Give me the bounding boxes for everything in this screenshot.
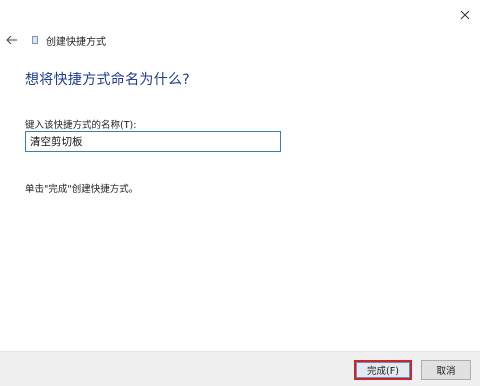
cancel-button[interactable]: 取消 <box>421 360 471 380</box>
page-heading: 想将快捷方式命名为什么? <box>25 72 191 88</box>
shortcut-wizard-icon <box>30 35 40 45</box>
create-shortcut-dialog: 创建快捷方式 想将快捷方式命名为什么? 键入该快捷方式的名称(T): 单击"完成… <box>0 0 480 386</box>
wizard-title: 创建快捷方式 <box>46 36 106 48</box>
finish-button[interactable]: 完成(F) <box>354 360 412 380</box>
dialog-header: 创建快捷方式 <box>4 31 106 49</box>
close-button[interactable] <box>456 6 474 24</box>
close-icon <box>460 10 470 20</box>
shortcut-name-label: 键入该快捷方式的名称(T): <box>25 120 137 131</box>
dialog-footer: 完成(F) 取消 <box>0 351 480 386</box>
arrow-left-icon <box>6 35 17 45</box>
finish-instruction: 单击"完成"创建快捷方式。 <box>25 184 139 195</box>
back-button[interactable] <box>4 32 20 48</box>
shortcut-name-input[interactable] <box>25 131 281 152</box>
